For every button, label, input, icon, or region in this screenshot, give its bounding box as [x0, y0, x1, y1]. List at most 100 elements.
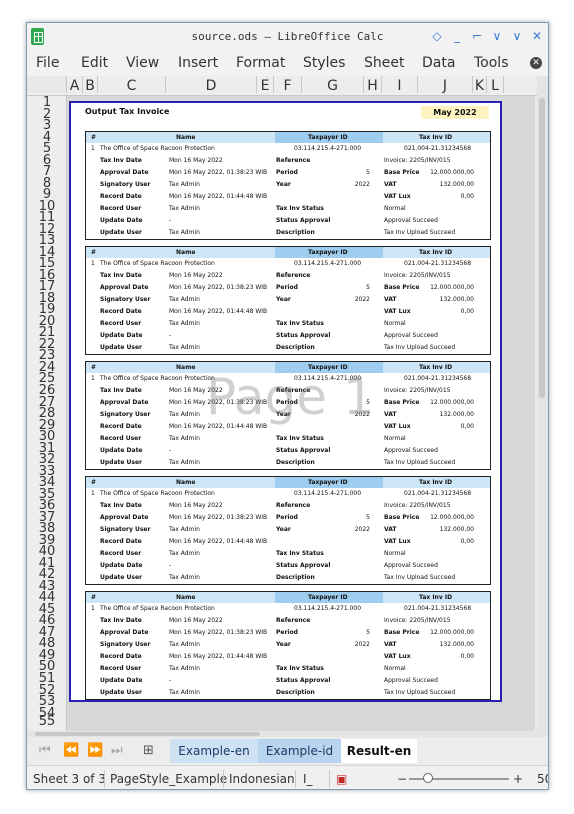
- page-style[interactable]: PageStyle_Example: [110, 772, 227, 786]
- close-document-icon[interactable]: ✕: [530, 57, 542, 69]
- header-tax-inv-id: Tax Inv ID: [419, 364, 453, 371]
- header-name: Name: [176, 134, 196, 141]
- column-header[interactable]: B: [83, 76, 98, 94]
- field-label: Tax Inv Status: [276, 550, 324, 557]
- column-header[interactable]: J: [418, 76, 473, 94]
- sheet-position: Sheet 3 of 3: [33, 772, 106, 786]
- column-header[interactable]: F: [274, 76, 302, 94]
- field-value: Tax Inv Upload Succeed: [384, 574, 456, 581]
- menu-data[interactable]: Data: [422, 55, 455, 71]
- field-label: Invoice: 2205/INV/015: [384, 157, 451, 164]
- field-label: Invoice: 2205/INV/015: [384, 272, 451, 279]
- shade-icon[interactable]: ∨: [509, 28, 525, 44]
- invoice-block: # Name Taxpayer ID Tax Inv ID 1 The Office of…: [85, 591, 491, 700]
- header-tax-inv-id: Tax Inv ID: [419, 249, 453, 256]
- tab-result-en[interactable]: Result-en: [341, 739, 417, 763]
- scroll-thumb[interactable]: [539, 98, 545, 398]
- field-value: Tax Admin: [169, 205, 200, 212]
- tab-example-id[interactable]: Example-id: [258, 739, 341, 763]
- minimize-icon[interactable]: _: [449, 28, 465, 44]
- column-header[interactable]: D: [166, 76, 257, 94]
- invoice-header-row: # Name Taxpayer ID Tax Inv ID: [86, 592, 490, 603]
- invoice-block: # Name Taxpayer ID Tax Inv ID 1 The Office of…: [85, 246, 491, 355]
- field-label: Description: [276, 689, 315, 696]
- column-header[interactable]: I: [382, 76, 418, 94]
- field-label: Status Approval: [276, 217, 331, 224]
- vertical-scrollbar[interactable]: [537, 76, 548, 731]
- column-header[interactable]: K: [473, 76, 487, 94]
- sheet-tab-bar: ⏮ ⏪ ⏩ ⏭ ⊞ Example-en Example-id Result-e…: [27, 737, 548, 765]
- column-header[interactable]: A: [67, 76, 83, 94]
- tab-example-en[interactable]: Example-en: [170, 739, 258, 763]
- diamond-icon[interactable]: ◇: [429, 28, 445, 44]
- field-label: Year: [276, 526, 291, 533]
- invoice-tax-inv-id: 021.004-21.31234568: [404, 375, 472, 382]
- zoom-out-icon[interactable]: −: [397, 772, 407, 786]
- field-label: Status Approval: [276, 447, 331, 454]
- zoom-level[interactable]: 50: [537, 772, 548, 786]
- field-value: Mon 16 May 2022, 01:38:23 WIB: [169, 629, 268, 636]
- menu-file[interactable]: File: [36, 55, 59, 71]
- menu-tools[interactable]: Tools: [474, 55, 509, 71]
- field-label: Record Date: [100, 308, 142, 315]
- column-header[interactable]: L: [487, 76, 504, 94]
- last-sheet-icon[interactable]: ⏭: [111, 743, 123, 758]
- field-value: 5: [366, 284, 370, 291]
- field-value: Tax Admin: [169, 689, 200, 696]
- field-value: 0,00: [460, 423, 474, 430]
- field-value: Normal: [384, 435, 406, 442]
- field-label: VAT: [384, 296, 397, 303]
- header-taxpayer-id: Taxpayer ID: [308, 134, 348, 141]
- header-name: Name: [176, 364, 196, 371]
- header-taxpayer-id: Taxpayer ID: [308, 249, 348, 256]
- field-label: Approval Date: [100, 514, 149, 521]
- menu-sheet[interactable]: Sheet: [364, 55, 404, 71]
- field-value: Mon 16 May 2022, 01:38:23 WIB: [169, 169, 268, 176]
- language[interactable]: Indonesian: [229, 772, 295, 786]
- libreoffice-window: source.ods – LibreOffice Calc ◇ _ ⌐ ∨ ∨ …: [26, 22, 549, 790]
- field-value: Tax Admin: [169, 229, 200, 236]
- field-label: Period: [276, 169, 298, 176]
- field-label: VAT Lux: [384, 653, 411, 660]
- field-label: Base Price: [384, 514, 420, 521]
- prev-sheet-icon[interactable]: ⏪: [63, 743, 79, 758]
- column-header[interactable]: G: [302, 76, 364, 94]
- close-icon[interactable]: ✕: [529, 28, 545, 44]
- invoice-header-row: # Name Taxpayer ID Tax Inv ID: [86, 477, 490, 488]
- field-value: 0,00: [460, 308, 474, 315]
- restore-icon[interactable]: ⌐: [469, 28, 485, 44]
- field-label: Reference: [276, 272, 311, 279]
- column-header[interactable]: C: [98, 76, 166, 94]
- zoom-slider-handle[interactable]: [423, 773, 433, 783]
- sheet-area[interactable]: Output Tax Invoice May 2022 # Name Taxpaye…: [67, 96, 535, 731]
- field-label: Record User: [100, 435, 142, 442]
- next-sheet-icon[interactable]: ⏩: [87, 743, 103, 758]
- add-sheet-icon[interactable]: ⊞: [143, 743, 154, 758]
- field-value: Approval Succeed: [384, 332, 438, 339]
- menu-edit[interactable]: Edit: [81, 55, 108, 71]
- invoice-header-row: # Name Taxpayer ID Tax Inv ID: [86, 247, 490, 258]
- menu-styles[interactable]: Styles: [303, 55, 345, 71]
- menu-view[interactable]: View: [126, 55, 159, 71]
- column-header[interactable]: H: [364, 76, 382, 94]
- menu-insert[interactable]: Insert: [178, 55, 218, 71]
- column-header[interactable]: E: [257, 76, 274, 94]
- print-page: Output Tax Invoice May 2022 # Name Taxpaye…: [69, 101, 502, 702]
- menu-format[interactable]: Format: [236, 55, 285, 71]
- zoom-in-icon[interactable]: +: [513, 772, 523, 786]
- scroll-thumb[interactable]: [35, 732, 260, 736]
- row-header[interactable]: 55: [27, 715, 66, 728]
- field-label: VAT Lux: [384, 193, 411, 200]
- field-value: Approval Succeed: [384, 677, 438, 684]
- field-label: Approval Date: [100, 169, 149, 176]
- first-sheet-icon[interactable]: ⏮: [39, 743, 51, 758]
- save-status-icon[interactable]: ▣: [336, 772, 347, 786]
- field-value: 5: [366, 514, 370, 521]
- select-all-corner[interactable]: [27, 76, 67, 93]
- field-value: Tax Admin: [169, 320, 200, 327]
- text-cursor-icon[interactable]: I_: [303, 772, 313, 786]
- chevron-down-icon[interactable]: ∨: [489, 28, 505, 44]
- header-tax-inv-id: Tax Inv ID: [419, 594, 453, 601]
- field-value: Tax Admin: [169, 411, 200, 418]
- field-value: -: [169, 447, 172, 454]
